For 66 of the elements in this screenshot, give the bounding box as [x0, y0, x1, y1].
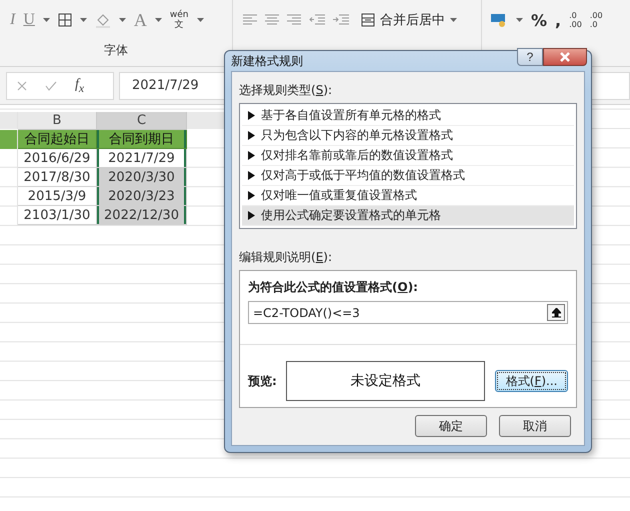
indent-decrease-icon[interactable]: [309, 14, 325, 26]
rule-type-item[interactable]: 只为包含以下内容的单元格设置格式: [242, 126, 574, 146]
triangle-icon: [248, 211, 255, 220]
align-left-icon[interactable]: [243, 14, 257, 26]
caret-icon: [80, 18, 87, 22]
table-cell: 2017/8/30: [18, 168, 97, 187]
table-cell: 2016/6/29: [18, 149, 97, 168]
section-label: 选择规则类型(S):: [239, 82, 334, 99]
triangle-icon: [248, 131, 255, 140]
table-cell: 2020/3/30: [97, 168, 187, 187]
cancel-button[interactable]: 取消: [499, 415, 571, 437]
column-header[interactable]: B: [18, 112, 97, 130]
close-icon: [559, 52, 571, 62]
cancel-icon[interactable]: [17, 80, 27, 90]
check-icon[interactable]: [45, 80, 57, 90]
phonetic-button[interactable]: wén 文: [170, 10, 188, 30]
rule-type-item[interactable]: 仅对高于或低于平均值的数值设置格式: [242, 166, 574, 186]
section-label: 编辑规则说明(E):: [239, 249, 334, 266]
indent-increase-icon[interactable]: [333, 14, 349, 26]
triangle-icon: [248, 191, 255, 200]
table-cell: 2103/1/30: [18, 206, 97, 225]
rule-type-item[interactable]: 基于各自值设置所有单元格的格式: [242, 106, 574, 126]
formula-input[interactable]: =C2-TODAY()<=3: [248, 301, 568, 324]
triangle-icon: [248, 171, 255, 180]
collapse-button[interactable]: [547, 304, 565, 321]
rule-type-item[interactable]: 仅对唯一值或重复值设置格式: [242, 186, 574, 206]
preview-box: 未设定格式: [286, 361, 486, 401]
format-button[interactable]: 格式(F)...: [495, 370, 568, 392]
caret-icon: [154, 18, 162, 22]
window-title: 新建格式规则: [231, 52, 304, 70]
merge-center-button[interactable]: 合并后居中: [357, 11, 461, 29]
header-cell: 合同到期日: [97, 130, 187, 149]
increase-decimal-button[interactable]: .0 .00: [569, 11, 582, 29]
help-button[interactable]: ?: [517, 48, 543, 66]
table-cell: 2021/7/29: [97, 149, 187, 168]
table-cell: 2015/3/9: [18, 187, 97, 206]
triangle-icon: [248, 151, 255, 160]
table-cell: 2020/3/23: [97, 187, 187, 206]
caret-icon: [196, 18, 204, 22]
caret-icon: [516, 18, 523, 22]
rule-type-item[interactable]: 仅对排名靠前或靠后的数值设置格式: [242, 146, 574, 166]
caret-icon: [42, 18, 50, 22]
caret-icon: [118, 18, 126, 22]
borders-icon[interactable]: [58, 13, 72, 27]
header-cell: [0, 130, 18, 149]
percent-button[interactable]: %: [531, 10, 548, 30]
header-cell: 合同起始日: [18, 130, 97, 149]
merge-cells-icon: [361, 13, 375, 27]
comma-button[interactable]: ,: [555, 10, 562, 30]
align-center-icon[interactable]: [265, 14, 279, 26]
align-right-icon[interactable]: [287, 14, 301, 26]
table-cell: 2022/12/30: [97, 206, 187, 225]
group-label: 字体: [103, 42, 129, 59]
close-button[interactable]: [543, 48, 587, 66]
decrease-decimal-button[interactable]: .00 .0: [590, 11, 603, 29]
ok-button[interactable]: 确定: [415, 415, 487, 437]
triangle-icon: [248, 111, 255, 120]
insert-function-button[interactable]: f$_{x}$: [75, 76, 84, 94]
caret-icon: [450, 18, 457, 22]
rule-type-item[interactable]: 使用公式确定要设置格式的单元格: [242, 206, 574, 226]
fill-color-icon[interactable]: [94, 12, 111, 28]
column-header[interactable]: C: [97, 112, 187, 130]
currency-icon[interactable]: [490, 12, 508, 28]
preview-label: 预览:: [248, 372, 278, 390]
up-arrow-icon: [552, 308, 560, 318]
formula-label: 为符合此公式的值设置格式(O):: [248, 279, 419, 296]
